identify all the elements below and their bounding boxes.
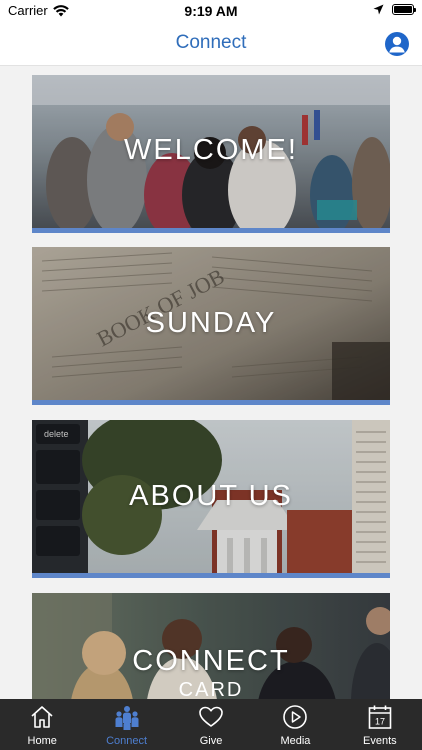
tab-home-label: Home: [27, 735, 57, 747]
about-us-label: ABOUT US: [129, 480, 293, 512]
status-bar: Carrier 9:19 AM: [0, 0, 422, 22]
people-icon: [115, 706, 139, 730]
tab-events[interactable]: 17 Events: [338, 699, 422, 750]
calendar-icon: 17: [368, 705, 392, 729]
about-us-tile[interactable]: delete ABOUT US: [32, 420, 390, 578]
connect-card-label: CONNECT: [132, 645, 290, 677]
play-icon: [283, 705, 308, 729]
calendar-day: 17: [375, 717, 385, 727]
page-title: Connect: [175, 32, 247, 53]
sunday-tile[interactable]: BOOK OF JOB SUNDAY: [32, 247, 390, 405]
user-avatar-icon: [389, 36, 405, 53]
nav-header: Connect: [0, 22, 422, 66]
tab-media[interactable]: Media: [253, 699, 337, 750]
battery-icon: [392, 4, 416, 15]
tile-accent-bar: [32, 400, 390, 405]
sunday-label: SUNDAY: [145, 307, 277, 339]
status-time: 9:19 AM: [184, 3, 238, 19]
tab-give-label: Give: [199, 735, 223, 747]
connect-card-tile[interactable]: CONNECT CARD: [32, 593, 390, 699]
welcome-tile[interactable]: WELCOME!: [32, 75, 390, 233]
profile-button[interactable]: [385, 32, 409, 56]
tile-accent-bar: [32, 573, 390, 578]
tab-connect[interactable]: Connect: [84, 699, 168, 750]
tab-connect-label: Connect: [106, 735, 148, 747]
welcome-label: WELCOME!: [124, 134, 298, 166]
connect-list: WELCOME! BOOK OF JOB SUNDAY delete ABOUT…: [0, 67, 422, 699]
heart-icon: [199, 706, 223, 727]
tab-give[interactable]: Give: [169, 699, 253, 750]
house-icon: [31, 706, 53, 728]
connect-card-sublabel: CARD: [178, 679, 244, 699]
tab-home[interactable]: Home: [0, 699, 84, 750]
tab-bar: Home Connect Give Media 17 Events: [0, 699, 422, 750]
status-right: [373, 4, 416, 15]
tile-accent-bar: [32, 228, 390, 233]
location-arrow-icon: [373, 4, 384, 15]
tab-events-label: Events: [363, 735, 397, 747]
tab-media-label: Media: [280, 735, 311, 747]
